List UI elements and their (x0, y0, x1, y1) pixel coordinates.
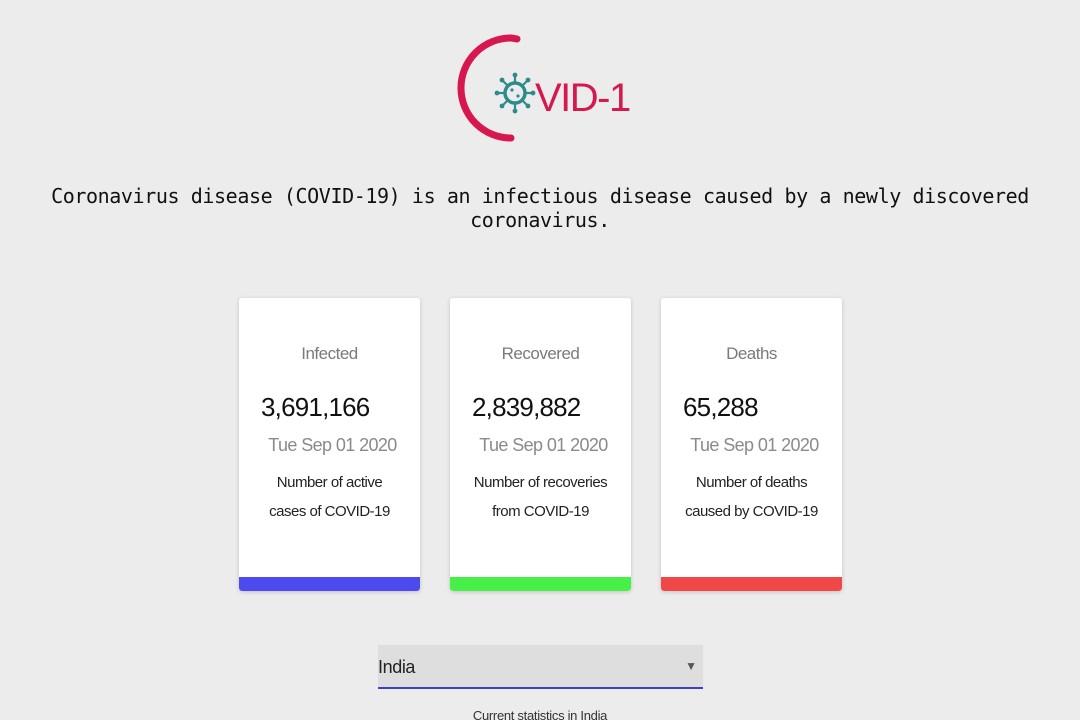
card-color-bar (661, 577, 842, 591)
deaths-card: Deaths 65,288 Tue Sep 01 2020 Number of … (661, 298, 842, 591)
virus-icon (494, 72, 536, 114)
recovered-card: Recovered 2,839,882 Tue Sep 01 2020 Numb… (450, 298, 631, 591)
infected-card: Infected 3,691,166 Tue Sep 01 2020 Numbe… (239, 298, 420, 591)
card-date: Tue Sep 01 2020 (479, 435, 608, 455)
card-date: Tue Sep 01 2020 (268, 435, 397, 455)
current-stats-label: Current statistics in India (472, 708, 608, 720)
country-select-value: India (378, 657, 416, 677)
chevron-down-icon[interactable]: ▼ (685, 659, 697, 673)
card-description: Number of deaths caused by COVID-19 (685, 474, 818, 520)
card-title: Infected (301, 344, 358, 363)
country-select[interactable]: India ▼ (378, 645, 703, 689)
card-value: 3,691,166 (261, 392, 370, 422)
svg-text:VID-19: VID-19 (535, 76, 630, 120)
card-value: 65,288 (683, 392, 759, 422)
card-color-bar (450, 577, 631, 591)
card-description: Number of recoveries from COVID-19 (473, 474, 608, 520)
card-date: Tue Sep 01 2020 (690, 435, 819, 455)
tagline: Coronavirus disease (COVID-19) is an inf… (51, 184, 1029, 232)
card-value: 2,839,882 (472, 392, 581, 422)
covid-logo-image: VID-19 (457, 34, 630, 142)
card-description: Number of active cases of COVID-19 (269, 474, 390, 520)
card-title: Deaths (726, 344, 777, 363)
card-color-bar (239, 577, 420, 591)
covid-logo: VID-19 (455, 30, 630, 148)
card-title: Recovered (501, 344, 580, 363)
page: VID-19 Coronavirus disease (COVID-19) is… (0, 0, 1080, 720)
